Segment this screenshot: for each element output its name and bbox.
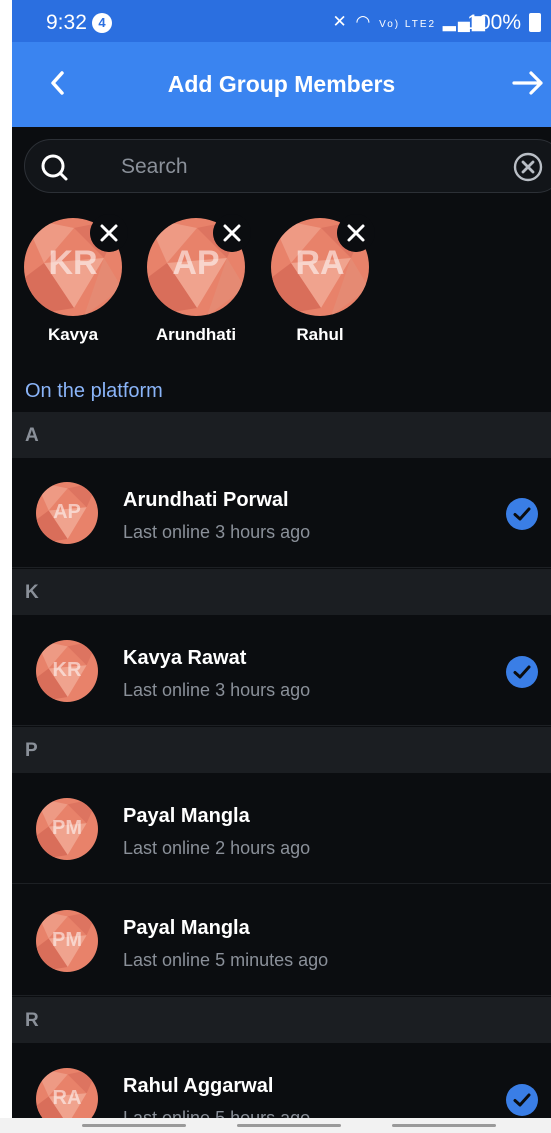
system-navigation-bar [0,1118,551,1133]
contact-row[interactable]: PM Payal Mangla Last online 5 minutes ag… [12,886,551,996]
search-input[interactable]: Search [24,139,551,193]
remove-member-button[interactable] [337,214,375,252]
avatar: RA [36,1068,98,1118]
notification-count-badge: 4 [92,13,112,33]
selected-member-name: Rahul [296,325,344,344]
avatar: KR [36,640,98,702]
search-icon [41,154,68,181]
group-letter: A [25,425,39,446]
avatar: PM [36,910,98,972]
group-letter: R [25,1010,39,1031]
signal-icons: ✕ ◠ Vo) LTE2 ▂▄▆ [333,12,487,32]
avatar-initials: PM [52,817,82,839]
nav-home-handle[interactable] [237,1124,341,1127]
avatar-initials: PM [52,929,82,951]
contact-row[interactable]: PM Payal Mangla Last online 2 hours ago [12,774,551,884]
group-header: A [12,412,551,458]
status-bar: 9:32 4 ✕ ◠ Vo) LTE2 ▂▄▆ 100% [12,0,551,42]
group-letter: P [25,740,38,761]
battery-icon [529,13,541,32]
contact-status: Last online 3 hours ago [123,522,311,542]
check-circle-icon[interactable] [506,656,538,688]
contact-status: Last online 5 minutes ago [123,950,329,970]
arrow-right-icon[interactable] [511,68,545,98]
remove-member-button[interactable] [90,214,128,252]
avatar: AP [36,482,98,544]
app-header: Add Group Members [12,42,551,127]
group-header: P [12,727,551,773]
status-time: 9:32 [46,11,87,34]
selected-member-name: Arundhati [155,325,237,344]
selected-member-name: Kavya [47,325,99,344]
app-screen: 9:32 4 ✕ ◠ Vo) LTE2 ▂▄▆ 100% Add Group M… [12,0,551,1118]
section-title-label: On the platform [25,380,163,402]
avatar-initials: KR [52,659,82,681]
contact-name: Payal Mangla [123,917,250,939]
group-header: R [12,997,551,1043]
selected-member-chip: RA Rahul [259,214,375,348]
contact-name: Payal Mangla [123,805,250,827]
check-circle-icon[interactable] [506,1084,538,1116]
group-letter: K [25,582,39,603]
wifi-icon: ◠ [355,12,373,31]
nav-back-handle[interactable] [392,1124,496,1127]
contact-row[interactable]: KR Kavya Rawat Last online 3 hours ago [12,616,551,726]
network-type-label: Vo) LTE2 [379,19,437,30]
contact-name: Kavya Rawat [123,647,247,669]
remove-member-button[interactable] [213,214,251,252]
contact-name: Arundhati Porwal [123,489,289,511]
section-title: On the platform [12,366,551,412]
contact-row[interactable]: AP Arundhati Porwal Last online 3 hours … [12,458,551,568]
contact-status: Last online 5 hours ago [123,1108,311,1118]
page-title: Add Group Members [167,71,396,97]
group-header: K [12,569,551,615]
selected-member-chip: KR Kavya [12,214,128,348]
check-circle-icon[interactable] [506,498,538,530]
avatar-initials: AP [53,501,81,523]
nav-recents-handle[interactable] [82,1124,186,1127]
battery-percent: 100% [467,11,521,34]
selected-member-chip: AP Arundhati [135,214,251,348]
avatar-initials: RA [52,1087,82,1109]
clear-search-icon[interactable] [513,152,543,182]
contact-status: Last online 3 hours ago [123,680,311,700]
mute-icon: ✕ [332,12,349,31]
contact-status: Last online 2 hours ago [123,838,311,858]
contact-name: Rahul Aggarwal [123,1075,274,1097]
search-placeholder: Search [121,155,188,178]
contact-row[interactable]: RA Rahul Aggarwal Last online 5 hours ag… [12,1044,551,1118]
avatar: PM [36,798,98,860]
